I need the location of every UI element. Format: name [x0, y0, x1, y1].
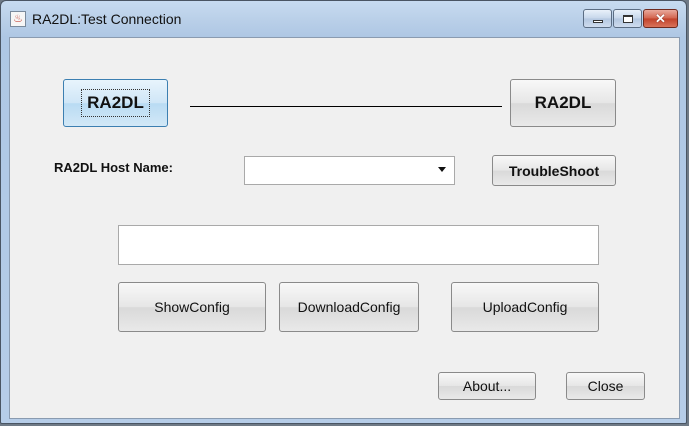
close-window-button[interactable]: ✕ [643, 9, 678, 28]
ra2dl-server-button[interactable]: RA2DL [510, 79, 616, 127]
upload-config-label: UploadConfig [482, 299, 568, 315]
ra2dl-client-label: RA2DL [81, 89, 150, 117]
title-bar[interactable]: ♨ RA2DL:Test Connection ✕ [1, 1, 686, 37]
troubleshoot-label: TroubleShoot [508, 162, 600, 179]
maximize-icon [622, 14, 633, 23]
ra2dl-client-button[interactable]: RA2DL [63, 79, 168, 127]
java-cup-icon: ♨ [10, 11, 26, 27]
chevron-down-icon [438, 167, 446, 172]
close-icon: ✕ [655, 11, 666, 26]
about-button[interactable]: About... [438, 372, 536, 400]
window-title: RA2DL:Test Connection [32, 11, 182, 27]
download-config-label: DownloadConfig [297, 299, 401, 315]
minimize-icon [592, 20, 603, 23]
dialog-content: RA2DL RA2DL RA2DL Host Name: TroubleShoo… [9, 37, 680, 419]
show-config-label: ShowConfig [154, 299, 230, 315]
minimize-button[interactable] [583, 9, 612, 28]
upload-config-button[interactable]: UploadConfig [451, 282, 599, 332]
show-config-button[interactable]: ShowConfig [118, 282, 266, 332]
download-config-button[interactable]: DownloadConfig [279, 282, 419, 332]
host-name-dropdown[interactable] [244, 156, 455, 185]
connection-line [190, 106, 502, 107]
about-label: About... [462, 378, 512, 394]
close-button[interactable]: Close [566, 372, 645, 400]
ra2dl-server-label: RA2DL [534, 93, 592, 112]
app-window: ♨ RA2DL:Test Connection ✕ RA2DL RA2DL RA… [0, 0, 687, 424]
maximize-button[interactable] [613, 9, 642, 28]
host-name-label: RA2DL Host Name: [54, 160, 173, 175]
close-label: Close [587, 378, 624, 394]
status-text-field[interactable] [118, 225, 599, 265]
troubleshoot-button[interactable]: TroubleShoot [492, 155, 616, 186]
